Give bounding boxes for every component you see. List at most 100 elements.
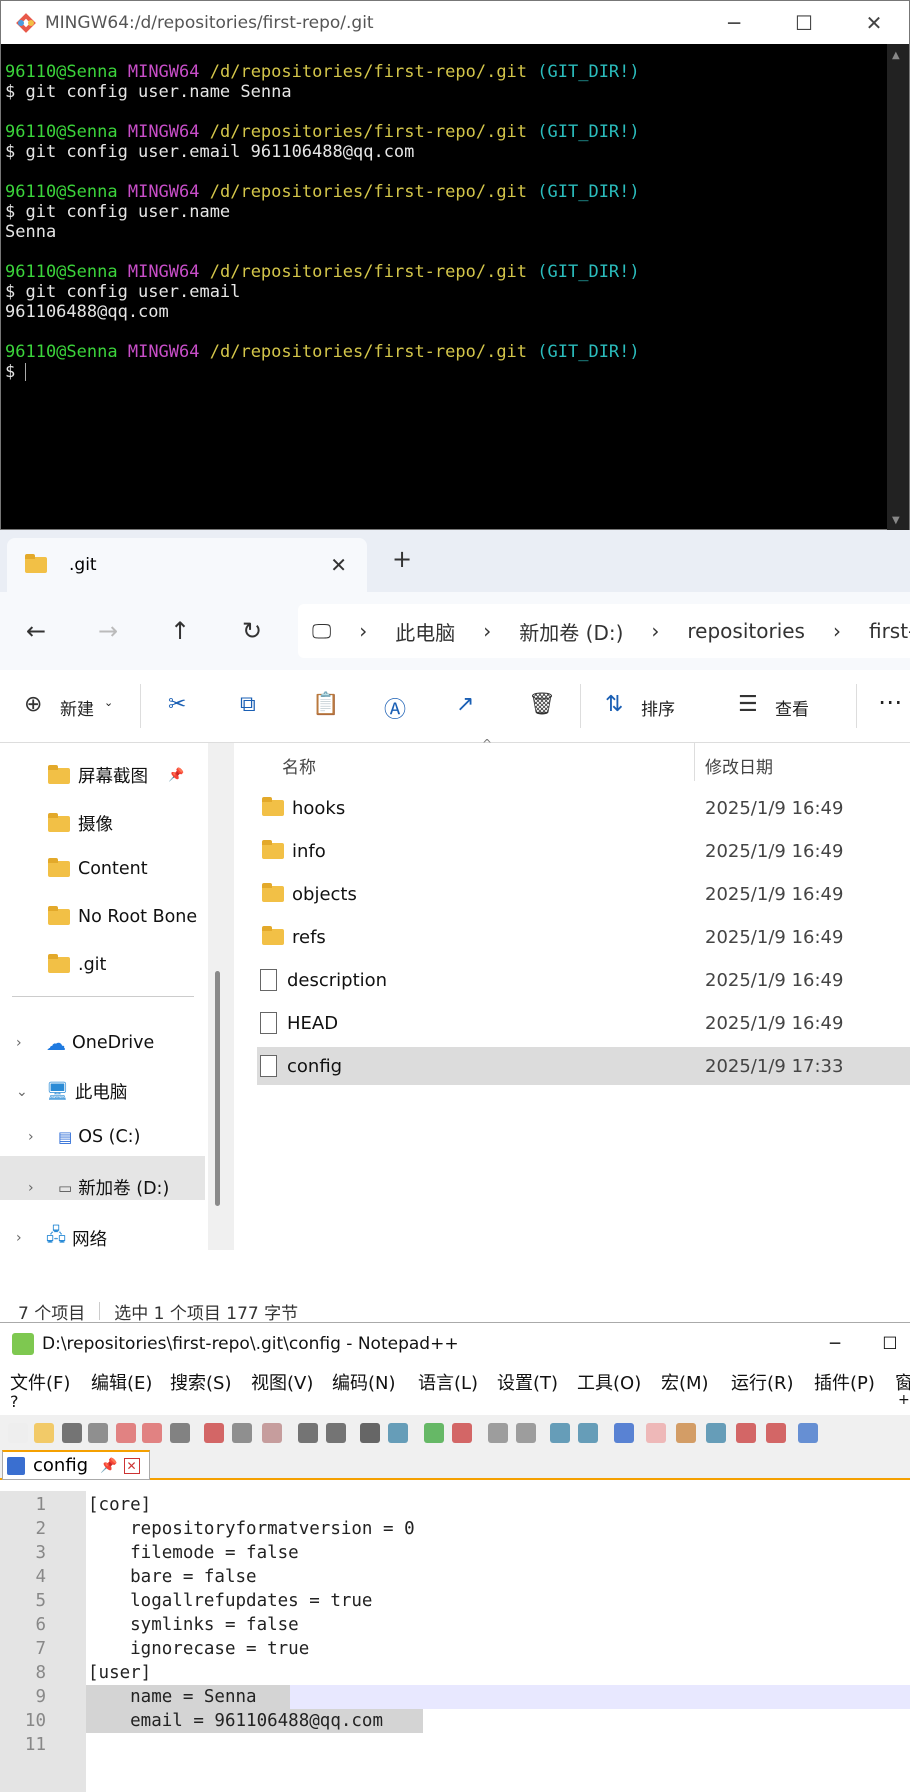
terminal-scrollbar[interactable]: ▲ ▼ (887, 44, 909, 530)
tab-close-icon[interactable]: ✕ (330, 553, 347, 577)
menu-plugins[interactable]: 插件(P) (814, 1369, 875, 1395)
print-icon[interactable] (170, 1423, 190, 1443)
code-line[interactable]: filemode = false (88, 1541, 299, 1565)
code-line[interactable]: name = Senna (88, 1685, 256, 1709)
breadcrumb-item[interactable]: 此电脑 (395, 617, 455, 646)
minimize-icon[interactable]: ─ (699, 11, 769, 35)
menu-help[interactable]: ? (10, 1392, 19, 1411)
chevron-right-icon[interactable]: › (28, 1129, 58, 1145)
sync-vertical-icon[interactable] (488, 1423, 508, 1443)
share-icon[interactable]: ↗ (456, 692, 474, 717)
rename-icon[interactable]: Ⓐ (384, 692, 406, 724)
breadcrumb-item[interactable]: repositories (687, 619, 805, 643)
show-all-chars-icon[interactable] (578, 1423, 598, 1443)
copy-icon[interactable]: ⧉ (240, 692, 256, 717)
new-plus-icon[interactable]: ⊕ (24, 692, 42, 717)
nav-scrollbar-thumb[interactable] (215, 971, 220, 1206)
minimize-icon[interactable]: ─ (800, 1334, 870, 1354)
chevron-right-icon[interactable]: › (16, 1230, 46, 1246)
file-row[interactable]: HEAD 2025/1/9 16:49 (257, 1004, 910, 1042)
nav-item-content[interactable]: Content (48, 858, 148, 879)
code-line[interactable]: ignorecase = true (88, 1637, 309, 1661)
zoom-out-icon[interactable] (452, 1423, 472, 1443)
forward-arrow-icon[interactable]: → (72, 617, 144, 645)
close-icon[interactable] (116, 1423, 136, 1443)
menu-tools[interactable]: 工具(O) (577, 1369, 641, 1395)
cut-icon[interactable] (204, 1423, 224, 1443)
scroll-up-icon[interactable]: ▲ (892, 50, 900, 61)
pin-icon[interactable]: 📌 (100, 1458, 117, 1474)
chevron-right-icon[interactable]: › (16, 1035, 46, 1051)
close-all-icon[interactable] (142, 1423, 162, 1443)
code-line[interactable]: symlinks = false (88, 1613, 299, 1637)
record-macro-icon[interactable] (798, 1423, 818, 1443)
new-button[interactable]: 新建 (60, 695, 94, 720)
save-icon[interactable] (62, 1423, 82, 1443)
nav-item-this-pc[interactable]: ⌄ 🖥 此电脑 (16, 1079, 127, 1104)
more-button[interactable]: ⋯ (878, 688, 902, 716)
nav-item-screenshots[interactable]: 屏幕截图 📌 (48, 763, 184, 788)
column-header-date[interactable]: 修改日期 (705, 753, 773, 778)
breadcrumb-item[interactable]: first- (869, 619, 910, 643)
nav-item-no-root-bone[interactable]: No Root Bone (48, 906, 197, 927)
editor-area[interactable]: 1 2 3 4 5 6 7 8 9 10 11 [core] repositoryformatver… (0, 1491, 910, 1792)
menu-plus[interactable]: + (898, 1392, 910, 1408)
replace-icon[interactable] (388, 1423, 408, 1443)
doc-map-icon[interactable] (676, 1423, 696, 1443)
sort-icon[interactable]: ⇅ (605, 692, 623, 717)
undo-icon[interactable] (298, 1423, 318, 1443)
copy-icon[interactable] (232, 1423, 252, 1443)
tab-git[interactable]: .git ✕ (7, 538, 367, 592)
redo-icon[interactable] (326, 1423, 346, 1443)
nav-item-camera[interactable]: 摄像 (48, 811, 113, 836)
back-arrow-icon[interactable]: ← (0, 617, 72, 645)
sort-button[interactable]: 排序 (641, 695, 675, 720)
menu-language[interactable]: 语言(L) (418, 1369, 478, 1395)
file-row[interactable]: hooks 2025/1/9 16:49 (257, 789, 910, 827)
chevron-down-icon[interactable]: ⌄ (16, 1084, 46, 1100)
indent-guide-icon[interactable] (614, 1423, 634, 1443)
menu-run[interactable]: 运行(R) (731, 1369, 794, 1395)
refresh-icon[interactable]: ↻ (216, 617, 288, 645)
file-row[interactable]: refs 2025/1/9 16:49 (257, 918, 910, 956)
close-icon[interactable]: ✕ (839, 11, 909, 35)
nav-item-git[interactable]: .git (48, 954, 106, 975)
nav-item-onedrive[interactable]: › ☁ OneDrive (16, 1031, 154, 1055)
nav-item-drive-d[interactable]: › ▭ 新加卷 (D:) (28, 1175, 169, 1200)
breadcrumb[interactable]: 🖵 › 此电脑 › 新加卷 (D:) › repositories › firs… (298, 604, 910, 658)
code-line[interactable]: [core] (88, 1493, 151, 1517)
breadcrumb-item[interactable]: 新加卷 (D:) (519, 617, 623, 646)
user-lang-icon[interactable] (646, 1423, 666, 1443)
folder-workspace-icon[interactable] (736, 1423, 756, 1443)
menu-macro[interactable]: 宏(M) (661, 1369, 709, 1395)
sync-horizontal-icon[interactable] (516, 1423, 536, 1443)
find-icon[interactable] (360, 1423, 380, 1443)
menu-view[interactable]: 视图(V) (251, 1369, 313, 1395)
menu-file[interactable]: 文件(F) (10, 1369, 70, 1395)
nav-item-network[interactable]: › 🖧 网络 (16, 1223, 107, 1253)
file-row[interactable]: config 2025/1/9 17:33 (257, 1047, 910, 1085)
view-button[interactable]: 查看 (775, 695, 809, 720)
up-arrow-icon[interactable]: ↑ (144, 617, 216, 645)
column-header-name[interactable]: 名称 (282, 753, 316, 778)
chevron-right-icon[interactable]: › (28, 1180, 58, 1196)
file-row[interactable]: objects 2025/1/9 16:49 (257, 875, 910, 913)
view-icon[interactable]: ☰ (738, 692, 758, 717)
code-line[interactable]: email = 961106488@qq.com (88, 1709, 383, 1733)
paste-icon[interactable]: 📋 (312, 692, 339, 717)
cut-icon[interactable]: ✂ (168, 692, 186, 717)
maximize-icon[interactable]: ☐ (870, 1334, 910, 1354)
maximize-icon[interactable]: ☐ (769, 11, 839, 35)
menu-encoding[interactable]: 编码(N) (332, 1369, 396, 1395)
word-wrap-icon[interactable] (550, 1423, 570, 1443)
menu-edit[interactable]: 编辑(E) (91, 1369, 152, 1395)
delete-icon[interactable]: 🗑 (528, 692, 556, 717)
code-line[interactable]: bare = false (88, 1565, 256, 1589)
terminal-output[interactable]: 96110@Senna MINGW64 /d/repositories/firs… (5, 62, 640, 382)
code-line[interactable]: [user] (88, 1661, 151, 1685)
nav-item-os-c[interactable]: › ▤ OS (C:) (28, 1127, 140, 1147)
scroll-down-icon[interactable]: ▼ (892, 515, 900, 526)
menu-settings[interactable]: 设置(T) (497, 1369, 558, 1395)
code-line[interactable]: repositoryformatversion = 0 (88, 1517, 414, 1541)
file-row[interactable]: description 2025/1/9 16:49 (257, 961, 910, 999)
